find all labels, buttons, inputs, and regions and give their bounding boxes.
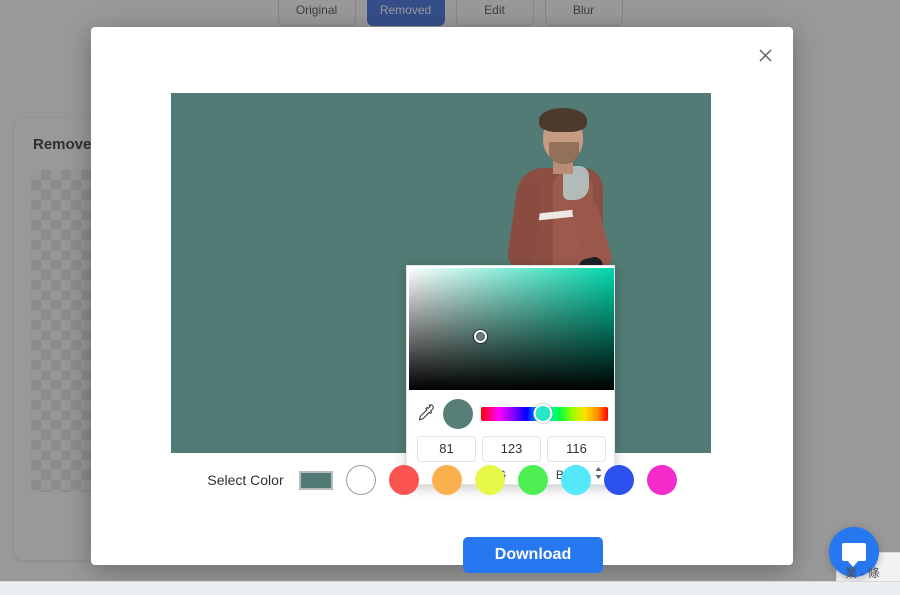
saturation-value-knob[interactable]: [474, 330, 487, 343]
download-button[interactable]: Download: [463, 537, 603, 573]
color-picker-popover[interactable]: 81 123 116 R G B: [406, 265, 615, 485]
swatch-green[interactable]: [517, 465, 548, 495]
screen: Original Removed Edit Blur Removed Backg…: [0, 0, 900, 595]
green-input[interactable]: 123: [482, 436, 541, 462]
swatch-cyan[interactable]: [560, 465, 591, 495]
swatch-magenta[interactable]: [646, 465, 677, 495]
chat-bubble-glyph: [842, 543, 866, 567]
hue-slider[interactable]: [481, 404, 608, 423]
red-input[interactable]: 81: [417, 436, 476, 462]
eyedropper-icon[interactable]: [415, 403, 435, 425]
swatch-blue[interactable]: [603, 465, 634, 495]
swatch-red[interactable]: [388, 465, 419, 495]
current-color-swatch: [443, 399, 473, 429]
swatch-orange[interactable]: [431, 465, 462, 495]
select-color-label: Select Color: [207, 472, 284, 488]
close-icon[interactable]: [751, 41, 779, 69]
selected-color-chip[interactable]: [298, 470, 333, 490]
color-picker-modal: 逍遙の窩 http://www.xiaoyao.tw/: [91, 27, 793, 573]
swatch-white[interactable]: [345, 465, 376, 495]
rgb-inputs: 81 123 116: [407, 436, 616, 462]
saturation-value-area[interactable]: [409, 268, 614, 390]
swatch-yellow[interactable]: [474, 465, 505, 495]
runner-hair: [539, 108, 587, 132]
page-bottom-edge: [0, 581, 900, 595]
picker-controls-row: [407, 394, 616, 434]
blue-input[interactable]: 116: [547, 436, 606, 462]
taskbar-caption: 業 - 條: [845, 566, 880, 580]
select-color-row: Select Color: [91, 465, 793, 495]
runner-beard: [549, 142, 579, 164]
hue-slider-knob[interactable]: [533, 404, 553, 423]
